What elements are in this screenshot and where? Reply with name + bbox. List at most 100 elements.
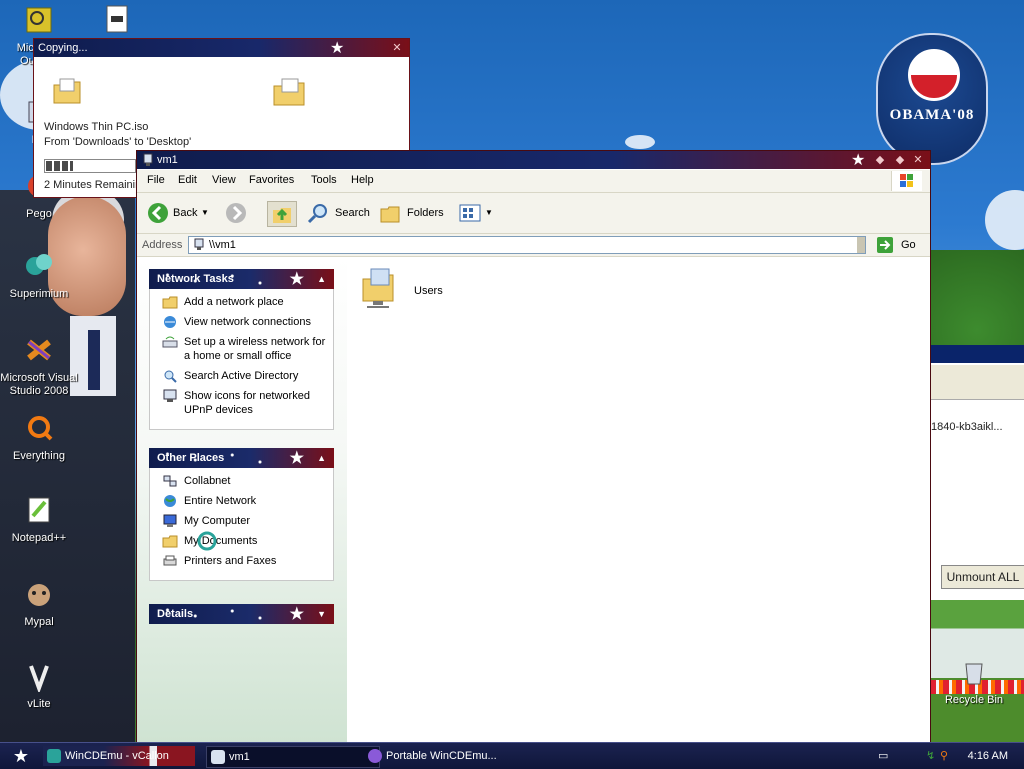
- copy-progress-bar: [44, 159, 136, 173]
- place-printers-faxes[interactable]: Printers and Faxes: [150, 554, 333, 568]
- wincdemu-icon: [47, 749, 61, 763]
- minimize-icon[interactable]: ◆: [873, 153, 887, 167]
- task-label: Search Active Directory: [184, 370, 299, 382]
- desktop-icon-vlite[interactable]: vLite: [2, 660, 76, 711]
- network-connections-icon: [164, 316, 176, 328]
- task-show-upnp-icons[interactable]: Show icons for networked UPnP devices: [150, 389, 333, 417]
- network-tasks-panel: Network Tasks ★ ▲ Add a network place Vi…: [149, 269, 334, 430]
- place-label: Entire Network: [184, 495, 257, 507]
- network-computer-icon: [143, 153, 153, 166]
- explorer-title: vm1: [157, 154, 178, 166]
- place-collabnet[interactable]: Collabnet: [150, 474, 333, 488]
- up-folder-button[interactable]: [267, 201, 297, 227]
- network-tray-icon[interactable]: ↯: [926, 743, 935, 769]
- desktop-icon-everything[interactable]: Everything: [2, 412, 76, 463]
- desktop-icon-mypal[interactable]: Mypal: [2, 578, 76, 629]
- place-label: Printers and Faxes: [184, 555, 277, 567]
- menu-view[interactable]: View: [212, 174, 236, 186]
- background-list-item[interactable]: 1840-kb3aikl...: [931, 421, 1003, 433]
- icon-label: Superimium: [9, 288, 69, 300]
- star-icon: ★: [289, 271, 304, 288]
- go-arrow-icon: [877, 237, 893, 253]
- search-button[interactable]: Search: [307, 201, 371, 225]
- network-tasks-header[interactable]: Network Tasks ★ ▲: [149, 269, 334, 289]
- task-label: vm1: [229, 751, 250, 763]
- keyboard-icon[interactable]: ▭: [878, 743, 888, 769]
- other-places-title: Other Places: [157, 452, 225, 464]
- menu-edit[interactable]: Edit: [178, 174, 197, 186]
- copy-time-remaining: 2 Minutes Remaining: [44, 179, 148, 191]
- start-button[interactable]: ★: [0, 743, 42, 769]
- unmount-all-button[interactable]: Unmount ALL: [941, 565, 1024, 589]
- chevron-up-icon[interactable]: ▲: [317, 269, 326, 289]
- task-view-network-connections[interactable]: View network connections: [150, 315, 333, 329]
- icon-label: Notepad++: [11, 532, 67, 544]
- forward-arrow-icon: [226, 203, 246, 223]
- place-label: My Documents: [184, 535, 258, 547]
- desktop-icon-visual-studio[interactable]: Microsoft Visual Studio 2008: [0, 334, 78, 398]
- place-my-documents[interactable]: My Documents: [150, 531, 333, 551]
- taskbar-task-vm1[interactable]: vm1: [206, 746, 380, 768]
- menu-favorites[interactable]: Favorites: [249, 174, 294, 186]
- taskbar-task-portable-wincdemu[interactable]: Portable WinCDEmu...: [364, 746, 536, 766]
- task-label: WinCDEmu - vCallon: [65, 750, 169, 762]
- menu-bar: File Edit View Favorites Tools Help: [137, 170, 930, 193]
- notepadpp-icon: [28, 497, 50, 523]
- star-icon: ★: [330, 40, 345, 57]
- search-icon: [307, 204, 327, 224]
- chevron-up-icon[interactable]: ▲: [317, 448, 326, 468]
- close-icon[interactable]: ✕: [911, 153, 925, 167]
- taskbar: ★ WinCDEmu - vCallon vm1 Portable WinCDE…: [0, 742, 1024, 769]
- address-bar: Address \\vm1 Go: [137, 234, 930, 257]
- menu-tools[interactable]: Tools: [311, 174, 337, 186]
- explorer-window: vm1 ★ ◆ ◆ ✕ File Edit View Favorites Too…: [136, 150, 931, 744]
- task-label: Add a network place: [184, 296, 284, 308]
- desktop-icon-recycle-bin[interactable]: Recycle Bin: [937, 656, 1011, 707]
- clock[interactable]: 4:16 AM: [968, 743, 1008, 769]
- go-button[interactable]: Go: [877, 236, 925, 254]
- superimium-icon: [26, 254, 52, 275]
- everything-icon: [28, 416, 53, 441]
- address-input[interactable]: \\vm1: [188, 236, 866, 254]
- views-button[interactable]: ▼: [459, 201, 493, 225]
- desktop-icon-document[interactable]: [80, 4, 154, 42]
- task-search-active-directory[interactable]: Search Active Directory: [150, 369, 333, 383]
- back-button[interactable]: Back ▼: [145, 201, 211, 225]
- windows-logo-icon: [891, 171, 922, 191]
- search-directory-icon: [164, 370, 177, 383]
- explorer-titlebar[interactable]: vm1 ★ ◆ ◆ ✕: [137, 151, 930, 169]
- network-computer-icon: [194, 238, 204, 250]
- upnp-devices-icon: [163, 389, 177, 402]
- details-header[interactable]: Details ★ ▼: [149, 604, 334, 624]
- close-icon[interactable]: ✕: [390, 41, 404, 55]
- icon-label: Mypal: [24, 616, 54, 628]
- place-entire-network[interactable]: Entire Network: [150, 494, 333, 508]
- views-dropdown-icon[interactable]: ▼: [485, 201, 493, 225]
- place-my-computer[interactable]: My Computer: [150, 514, 333, 528]
- folder-users[interactable]: Users: [359, 265, 469, 315]
- mypal-icon: [28, 584, 50, 606]
- desktop-icon-superimium[interactable]: Superimium: [2, 250, 76, 301]
- address-dropdown[interactable]: [857, 237, 865, 253]
- taskbar-task-wincdemu[interactable]: WinCDEmu - vCallon: [43, 746, 195, 766]
- other-places-header[interactable]: Other Places ★ ▲: [149, 448, 334, 468]
- task-setup-wireless[interactable]: Set up a wireless network for a home or …: [150, 335, 333, 363]
- back-dropdown-icon[interactable]: ▼: [201, 201, 209, 225]
- star-icon: ★: [289, 450, 304, 467]
- folders-button[interactable]: Folders: [379, 201, 445, 225]
- task-label: Portable WinCDEmu...: [386, 750, 497, 762]
- menu-help[interactable]: Help: [351, 174, 374, 186]
- desktop-icon-notepadpp[interactable]: Notepad++: [2, 494, 76, 545]
- copy-dialog-titlebar[interactable]: Copying... ★ ✕: [34, 39, 409, 57]
- documents-folder-icon: [162, 535, 178, 548]
- chevron-down-icon[interactable]: ▼: [317, 604, 326, 624]
- network-computer-icon: [211, 750, 225, 764]
- globe-icon: [164, 495, 176, 507]
- forward-button[interactable]: [223, 201, 257, 225]
- task-add-network-place[interactable]: Add a network place: [150, 295, 333, 309]
- everything-tray-icon[interactable]: ⚲: [940, 743, 948, 769]
- network-place-icon: [163, 475, 177, 487]
- computer-icon: [163, 514, 177, 527]
- maximize-icon[interactable]: ◆: [893, 153, 907, 167]
- menu-file[interactable]: File: [147, 174, 165, 186]
